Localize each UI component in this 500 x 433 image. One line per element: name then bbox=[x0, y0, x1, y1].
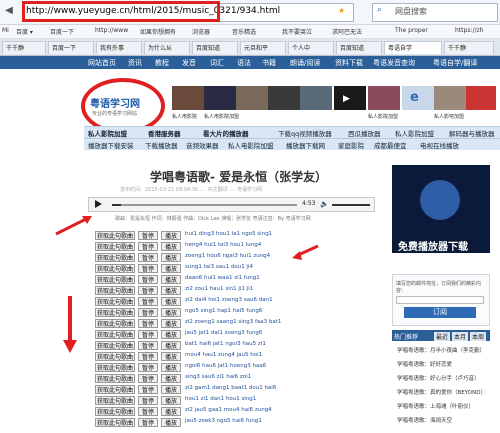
annotation-arrowhead bbox=[63, 340, 77, 353]
annotation-arrow bbox=[55, 216, 89, 236]
annotation-arrows bbox=[55, 216, 319, 353]
